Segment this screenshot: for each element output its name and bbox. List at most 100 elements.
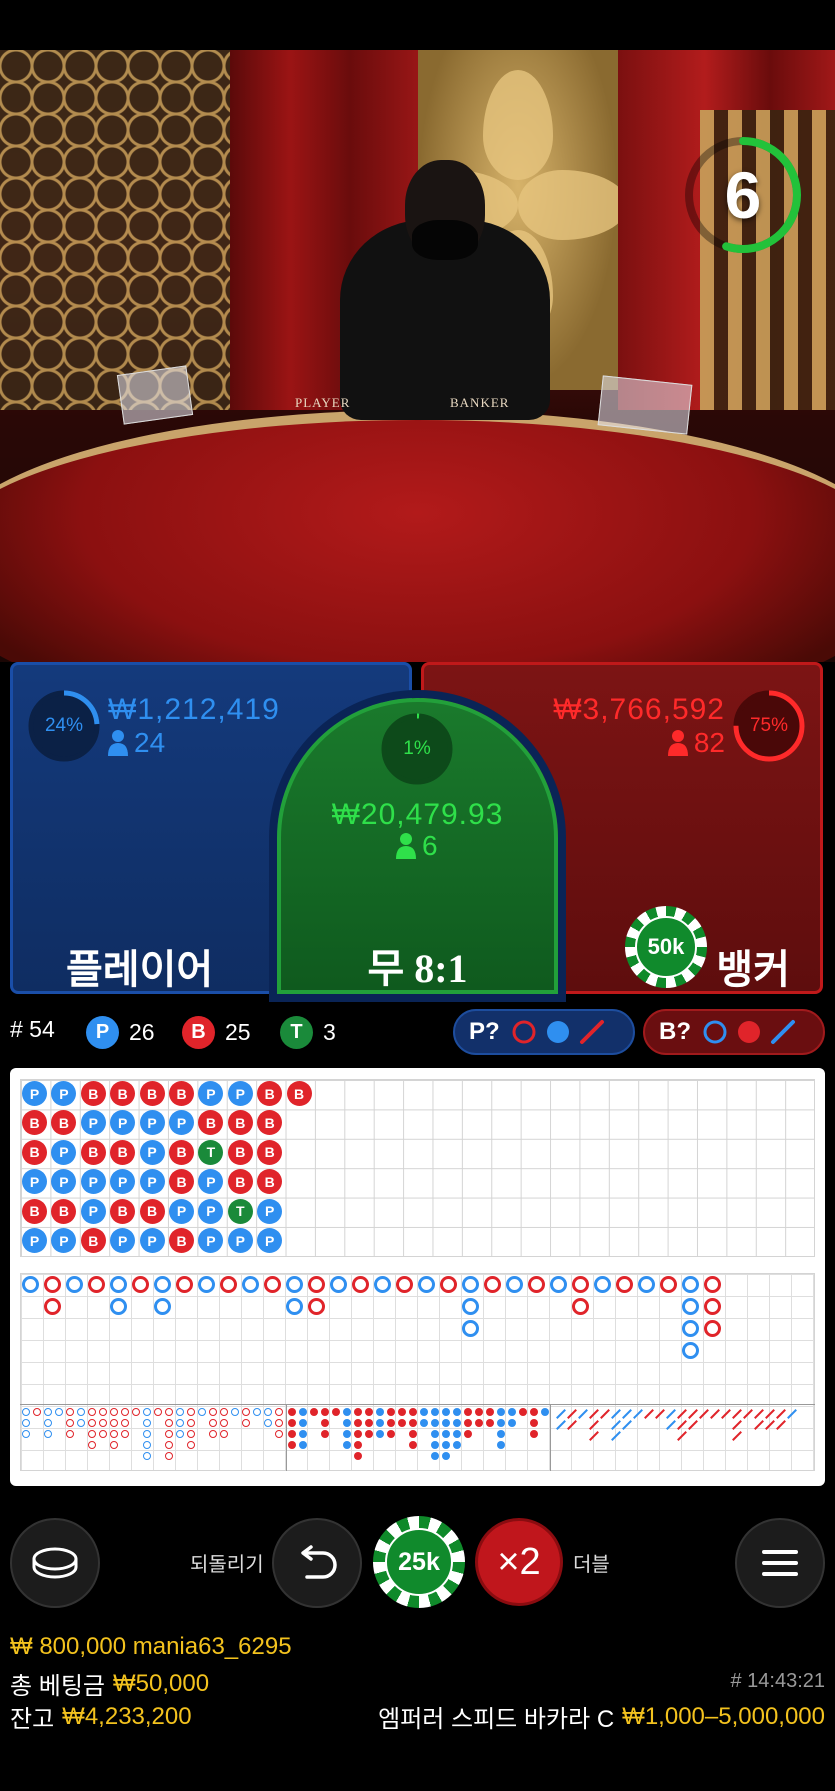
- big-road-cell: [286, 1298, 303, 1315]
- tie-percent-ring: 1%: [380, 712, 454, 786]
- big-eye-road-cell: [88, 1419, 96, 1427]
- tie-badge: T: [280, 1016, 313, 1049]
- bead-road-cell: B: [139, 1198, 165, 1224]
- balance-value: ₩4,233,200: [62, 1702, 192, 1730]
- big-road-cell: [264, 1276, 281, 1293]
- big-road-cell: [682, 1276, 699, 1293]
- small-road-cell: [508, 1419, 516, 1427]
- small-road-cell: [376, 1430, 384, 1438]
- big-road-cell: [682, 1320, 699, 1337]
- small-road-cell: [497, 1419, 505, 1427]
- small-road-cell: [332, 1408, 340, 1416]
- big-road-cell: [682, 1342, 699, 1359]
- big-eye-road-cell: [66, 1408, 74, 1416]
- undo-label: 되돌리기: [190, 1554, 264, 1576]
- big-road-cell: [132, 1276, 149, 1293]
- small-road-cell: [464, 1430, 472, 1438]
- tie-wins: T 3: [280, 1016, 336, 1049]
- small-road-cell: [299, 1441, 307, 1449]
- banker-prediction-button[interactable]: B?: [643, 1009, 825, 1055]
- bead-road-cell: B: [286, 1081, 312, 1106]
- road-divider: [286, 1404, 287, 1471]
- big-eye-road-cell: [143, 1430, 151, 1438]
- big-eye-road-cell: [165, 1408, 173, 1416]
- live-video: PLAYER BANKER 6: [0, 50, 835, 662]
- big-road-cell: [44, 1276, 61, 1293]
- big-eye-road-cell: [264, 1419, 272, 1427]
- big-road-cell: [418, 1276, 435, 1293]
- bead-road-cell: P: [227, 1228, 253, 1253]
- big-road-cell: [704, 1320, 721, 1337]
- small-road-cell: [343, 1430, 351, 1438]
- big-road-cell: [506, 1276, 523, 1293]
- big-road-cell: [484, 1276, 501, 1293]
- big-road-cell: [154, 1276, 171, 1293]
- big-road-cell: [440, 1276, 457, 1293]
- small-road-cell: [310, 1408, 318, 1416]
- round-number: # 54: [10, 1016, 55, 1042]
- small-road-cell: [530, 1419, 538, 1427]
- banker-badge: B: [182, 1016, 215, 1049]
- placed-chip[interactable]: 50k: [625, 906, 707, 988]
- small-road-cell: [354, 1452, 362, 1460]
- person-icon: [396, 833, 416, 859]
- player-prediction-button[interactable]: P?: [453, 1009, 635, 1055]
- balance-label: 잔고: [10, 1706, 55, 1733]
- dealer-mask: [412, 220, 478, 260]
- bead-road-cell: B: [169, 1139, 194, 1165]
- baccarat-table: [0, 410, 835, 662]
- big-eye-road-cell: [77, 1408, 85, 1416]
- double-button[interactable]: ×2: [475, 1518, 563, 1606]
- small-road-cell: [431, 1441, 439, 1449]
- tie-bettor-count: 6: [396, 830, 438, 862]
- table-limits: ₩1,000–5,000,000: [622, 1702, 825, 1730]
- big-eye-road-cell: [143, 1408, 151, 1416]
- big-road-cell: [550, 1276, 567, 1293]
- small-road-cell: [497, 1430, 505, 1438]
- undo-icon: [301, 1545, 337, 1579]
- big-eye-road-cell: [22, 1408, 30, 1416]
- big-road-cell: [660, 1276, 677, 1293]
- big-eye-road-cell: [143, 1441, 151, 1449]
- placed-chip-value: 50k: [635, 916, 697, 978]
- undo-button[interactable]: [272, 1518, 362, 1608]
- bead-road-cell: P: [22, 1228, 47, 1253]
- small-road-cell: [541, 1408, 549, 1416]
- double-label: 더블: [573, 1554, 610, 1576]
- big-road-cell: [528, 1276, 545, 1293]
- big-eye-road-cell: [88, 1430, 96, 1438]
- person-icon: [108, 730, 128, 756]
- banker-wins-count: 25: [225, 1019, 251, 1045]
- small-road-cell: [409, 1441, 417, 1449]
- small-road-cell: [420, 1408, 428, 1416]
- big-eye-road-cell: [242, 1419, 250, 1427]
- banker-percent: 75%: [749, 715, 789, 736]
- roadmap-scoreboard[interactable]: PBBPBPPBPPBPBPBPPBBPBPBPBPPPBPBPBBPBPBTP…: [10, 1068, 825, 1486]
- bead-road-cell: B: [257, 1139, 283, 1165]
- big-eye-road-cell: [242, 1408, 250, 1416]
- bet-spot-tie[interactable]: 1% ₩20,479.93 6 무 8:1: [277, 698, 558, 994]
- big-eye-road-cell: [121, 1419, 129, 1427]
- small-road-cell: [530, 1430, 538, 1438]
- person-icon: [667, 730, 688, 756]
- bead-road-cell: B: [227, 1169, 253, 1195]
- small-road-cell: [442, 1430, 450, 1438]
- big-eye-road-cell: [88, 1441, 96, 1449]
- chip-stack-button[interactable]: [10, 1518, 100, 1608]
- bead-road-cell: B: [110, 1139, 136, 1165]
- player-label: 플레이어: [66, 948, 214, 992]
- big-road-cell: [638, 1276, 655, 1293]
- small-road-cell: [288, 1430, 296, 1438]
- menu-button[interactable]: [735, 1518, 825, 1608]
- big-eye-road-cell: [209, 1408, 217, 1416]
- small-road-cell: [486, 1408, 494, 1416]
- small-road-cell: [387, 1408, 395, 1416]
- big-road-cell: [572, 1276, 589, 1293]
- bead-road-cell: P: [198, 1198, 224, 1224]
- stats-bar: # 54 P 26 B 25 T 3 P? B?: [0, 1006, 835, 1058]
- chip-selector[interactable]: 25k: [373, 1516, 465, 1608]
- small-road-cell: [299, 1419, 307, 1427]
- big-eye-road-cell: [187, 1441, 195, 1449]
- small-road-cell: [288, 1419, 296, 1427]
- bead-road-cell: B: [227, 1139, 253, 1165]
